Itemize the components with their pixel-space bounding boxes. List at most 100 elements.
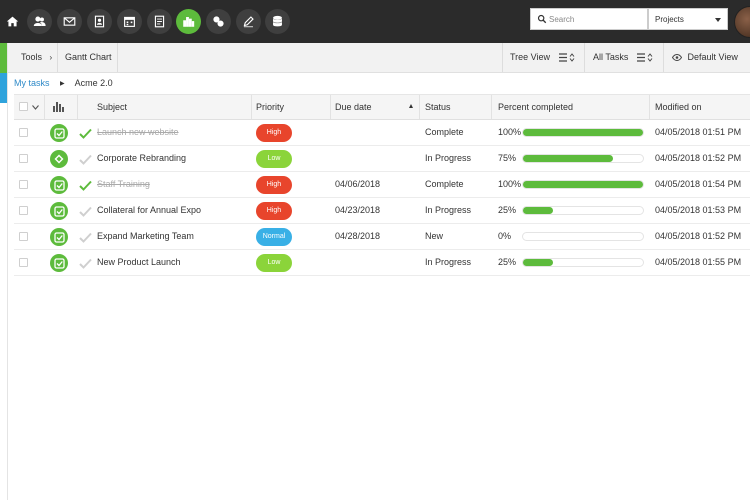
users-icon[interactable] xyxy=(27,9,52,34)
breadcrumb-current: Acme 2.0 xyxy=(74,78,113,88)
complete-check-icon[interactable] xyxy=(79,180,92,191)
priority-badge[interactable]: Normal xyxy=(256,228,292,246)
divider xyxy=(502,43,503,72)
row-checkbox[interactable] xyxy=(19,128,28,137)
table-row[interactable]: Collateral for Annual Expo High 04/23/2018… xyxy=(14,198,750,224)
reports-icon[interactable] xyxy=(176,9,201,34)
home-icon[interactable] xyxy=(0,9,25,34)
divider xyxy=(491,95,492,119)
divider xyxy=(663,43,664,72)
bar-chart-icon xyxy=(53,102,64,112)
progress-bar-fill xyxy=(523,155,613,162)
task-subject-link[interactable]: Corporate Rebranding xyxy=(97,146,186,171)
checklist-icon[interactable] xyxy=(50,228,68,246)
progress-bar xyxy=(522,206,644,215)
table-row[interactable]: Expand Marketing Team Normal 04/28/2018 New… xyxy=(14,224,750,250)
priority-badge[interactable]: High xyxy=(256,124,292,142)
incomplete-check-icon[interactable] xyxy=(79,206,92,217)
search-input[interactable] xyxy=(549,12,641,26)
header-modified-on[interactable]: Modified on xyxy=(655,95,702,119)
progress-bar xyxy=(522,154,644,163)
header-due-date[interactable]: Due date xyxy=(335,95,372,119)
gantt-chart-label: Gantt Chart xyxy=(65,52,112,62)
row-checkbox[interactable] xyxy=(19,232,28,241)
progress-bar-fill xyxy=(523,181,643,188)
link-icon[interactable] xyxy=(206,9,231,34)
gantt-chart-button[interactable]: Gantt Chart xyxy=(65,43,112,72)
incomplete-check-icon[interactable] xyxy=(79,258,92,269)
incomplete-check-icon[interactable] xyxy=(79,232,92,243)
search-scope-select[interactable]: Projects xyxy=(648,8,728,30)
checklist-icon[interactable] xyxy=(50,202,68,220)
checklist-icon[interactable] xyxy=(50,176,68,194)
task-subject-link[interactable]: Launch new website xyxy=(97,120,179,145)
priority-badge[interactable]: High xyxy=(256,202,292,220)
progress-bar-fill xyxy=(523,259,553,266)
grid-header: Subject Priority Due date Status Percent… xyxy=(14,94,750,120)
table-row[interactable]: Launch new website High Complete 100% 04/05/… xyxy=(14,120,750,146)
incomplete-check-icon[interactable] xyxy=(79,154,92,165)
complete-check-icon[interactable] xyxy=(79,128,92,139)
divider xyxy=(584,43,585,72)
modified-on-cell: 04/05/2018 01:52 PM xyxy=(655,153,742,163)
percent-label: 100% xyxy=(498,127,522,137)
row-checkbox[interactable] xyxy=(19,206,28,215)
mail-icon[interactable] xyxy=(57,9,82,34)
avatar[interactable] xyxy=(734,6,750,38)
modified-on-cell: 04/05/2018 01:55 PM xyxy=(655,257,742,267)
calendar-icon[interactable] xyxy=(117,9,142,34)
tree-view-label: Tree View xyxy=(510,52,551,62)
row-checkbox[interactable] xyxy=(19,180,28,189)
percent-label: 25% xyxy=(498,257,517,267)
task-subject-link[interactable]: Expand Marketing Team xyxy=(97,224,194,249)
eye-icon xyxy=(671,54,683,62)
priority-badge[interactable]: Low xyxy=(256,254,292,272)
list-sort-icon xyxy=(558,53,574,62)
modified-on-cell: 04/05/2018 01:54 PM xyxy=(655,179,742,189)
sort-ascending-icon[interactable] xyxy=(409,104,413,108)
chevron-down-icon xyxy=(715,18,721,22)
all-tasks-button[interactable]: All Tasks xyxy=(593,43,653,72)
chevron-right-icon: › xyxy=(49,53,53,62)
default-view-button[interactable]: Default View xyxy=(671,43,738,72)
breadcrumb-separator-icon: ▶ xyxy=(60,81,65,87)
top-navigation-bar: Projects xyxy=(0,0,750,43)
breadcrumb-my-tasks-link[interactable]: My tasks xyxy=(14,78,50,88)
database-icon[interactable] xyxy=(265,9,290,34)
task-subject-link[interactable]: New Product Launch xyxy=(97,250,181,275)
header-percent-completed[interactable]: Percent completed xyxy=(498,95,573,119)
modified-on-cell: 04/05/2018 01:51 PM xyxy=(655,127,742,137)
task-subject-link[interactable]: Staff Training xyxy=(97,172,150,197)
tools-menu[interactable]: Tools › xyxy=(21,43,52,72)
table-row[interactable]: Staff Training High 04/06/2018 Complete 100%… xyxy=(14,172,750,198)
divider xyxy=(77,95,78,119)
contact-card-icon[interactable] xyxy=(87,9,112,34)
priority-badge[interactable]: Low xyxy=(256,150,292,168)
milestone-icon[interactable] xyxy=(50,150,68,168)
header-priority[interactable]: Priority xyxy=(256,95,284,119)
header-status[interactable]: Status xyxy=(425,95,451,119)
row-checkbox[interactable] xyxy=(19,258,28,267)
status-cell: In Progress xyxy=(425,205,472,215)
status-cell: Complete xyxy=(425,127,464,137)
tree-view-button[interactable]: Tree View xyxy=(510,43,575,72)
percent-label: 0% xyxy=(498,231,512,241)
select-all-checkbox[interactable] xyxy=(19,102,28,111)
progress-bar xyxy=(522,128,644,137)
row-checkbox[interactable] xyxy=(19,154,28,163)
notes-icon[interactable] xyxy=(147,9,172,34)
due-date-cell: 04/28/2018 xyxy=(335,231,381,241)
checklist-icon[interactable] xyxy=(50,124,68,142)
header-subject[interactable]: Subject xyxy=(97,95,127,119)
toolbar: Tools › Gantt Chart Tree View All Tasks … xyxy=(8,43,750,73)
priority-badge[interactable]: High xyxy=(256,176,292,194)
task-subject-link[interactable]: Collateral for Annual Expo xyxy=(97,198,201,223)
chevron-down-icon[interactable] xyxy=(32,105,39,110)
progress-bar-fill xyxy=(523,129,643,136)
table-row[interactable]: Corporate Rebranding Low In Progress 75% 04/… xyxy=(14,146,750,172)
table-row[interactable]: New Product Launch Low In Progress 25% 04/05… xyxy=(14,250,750,276)
checklist-icon[interactable] xyxy=(50,254,68,272)
edit-icon[interactable] xyxy=(236,9,261,34)
default-view-label: Default View xyxy=(687,52,738,62)
modified-on-cell: 04/05/2018 01:53 PM xyxy=(655,205,742,215)
